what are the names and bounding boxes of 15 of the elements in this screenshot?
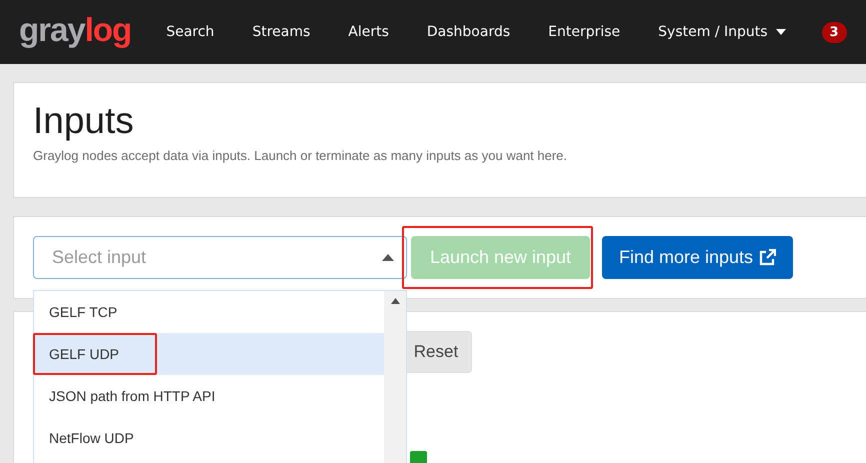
nav-link[interactable]: System / Inputs xyxy=(658,24,786,40)
dropdown-option[interactable]: NetFlow UDP xyxy=(34,417,384,459)
dropdown-option[interactable]: GELF TCP xyxy=(34,291,384,333)
notification-badge[interactable]: 3 xyxy=(822,22,847,42)
brand-logo[interactable]: graylog xyxy=(19,12,132,52)
find-more-inputs-button[interactable]: Find more inputs xyxy=(602,236,794,279)
page-title: Inputs xyxy=(33,101,134,142)
dropdown-option[interactable]: GELF UDP xyxy=(34,333,384,375)
nav-link[interactable]: Dashboards xyxy=(426,24,510,40)
nav-link[interactable]: Streams xyxy=(252,24,310,40)
page-description: Graylog nodes accept data via inputs. Launch or terminate as many inputs as you want here. xyxy=(33,148,568,163)
nav-link[interactable]: Enterprise xyxy=(548,24,620,40)
nav-link[interactable]: Search xyxy=(166,24,214,40)
nav-link[interactable]: Alerts xyxy=(348,24,389,40)
dropdown-option[interactable]: JSON path from HTTP API xyxy=(34,375,384,417)
